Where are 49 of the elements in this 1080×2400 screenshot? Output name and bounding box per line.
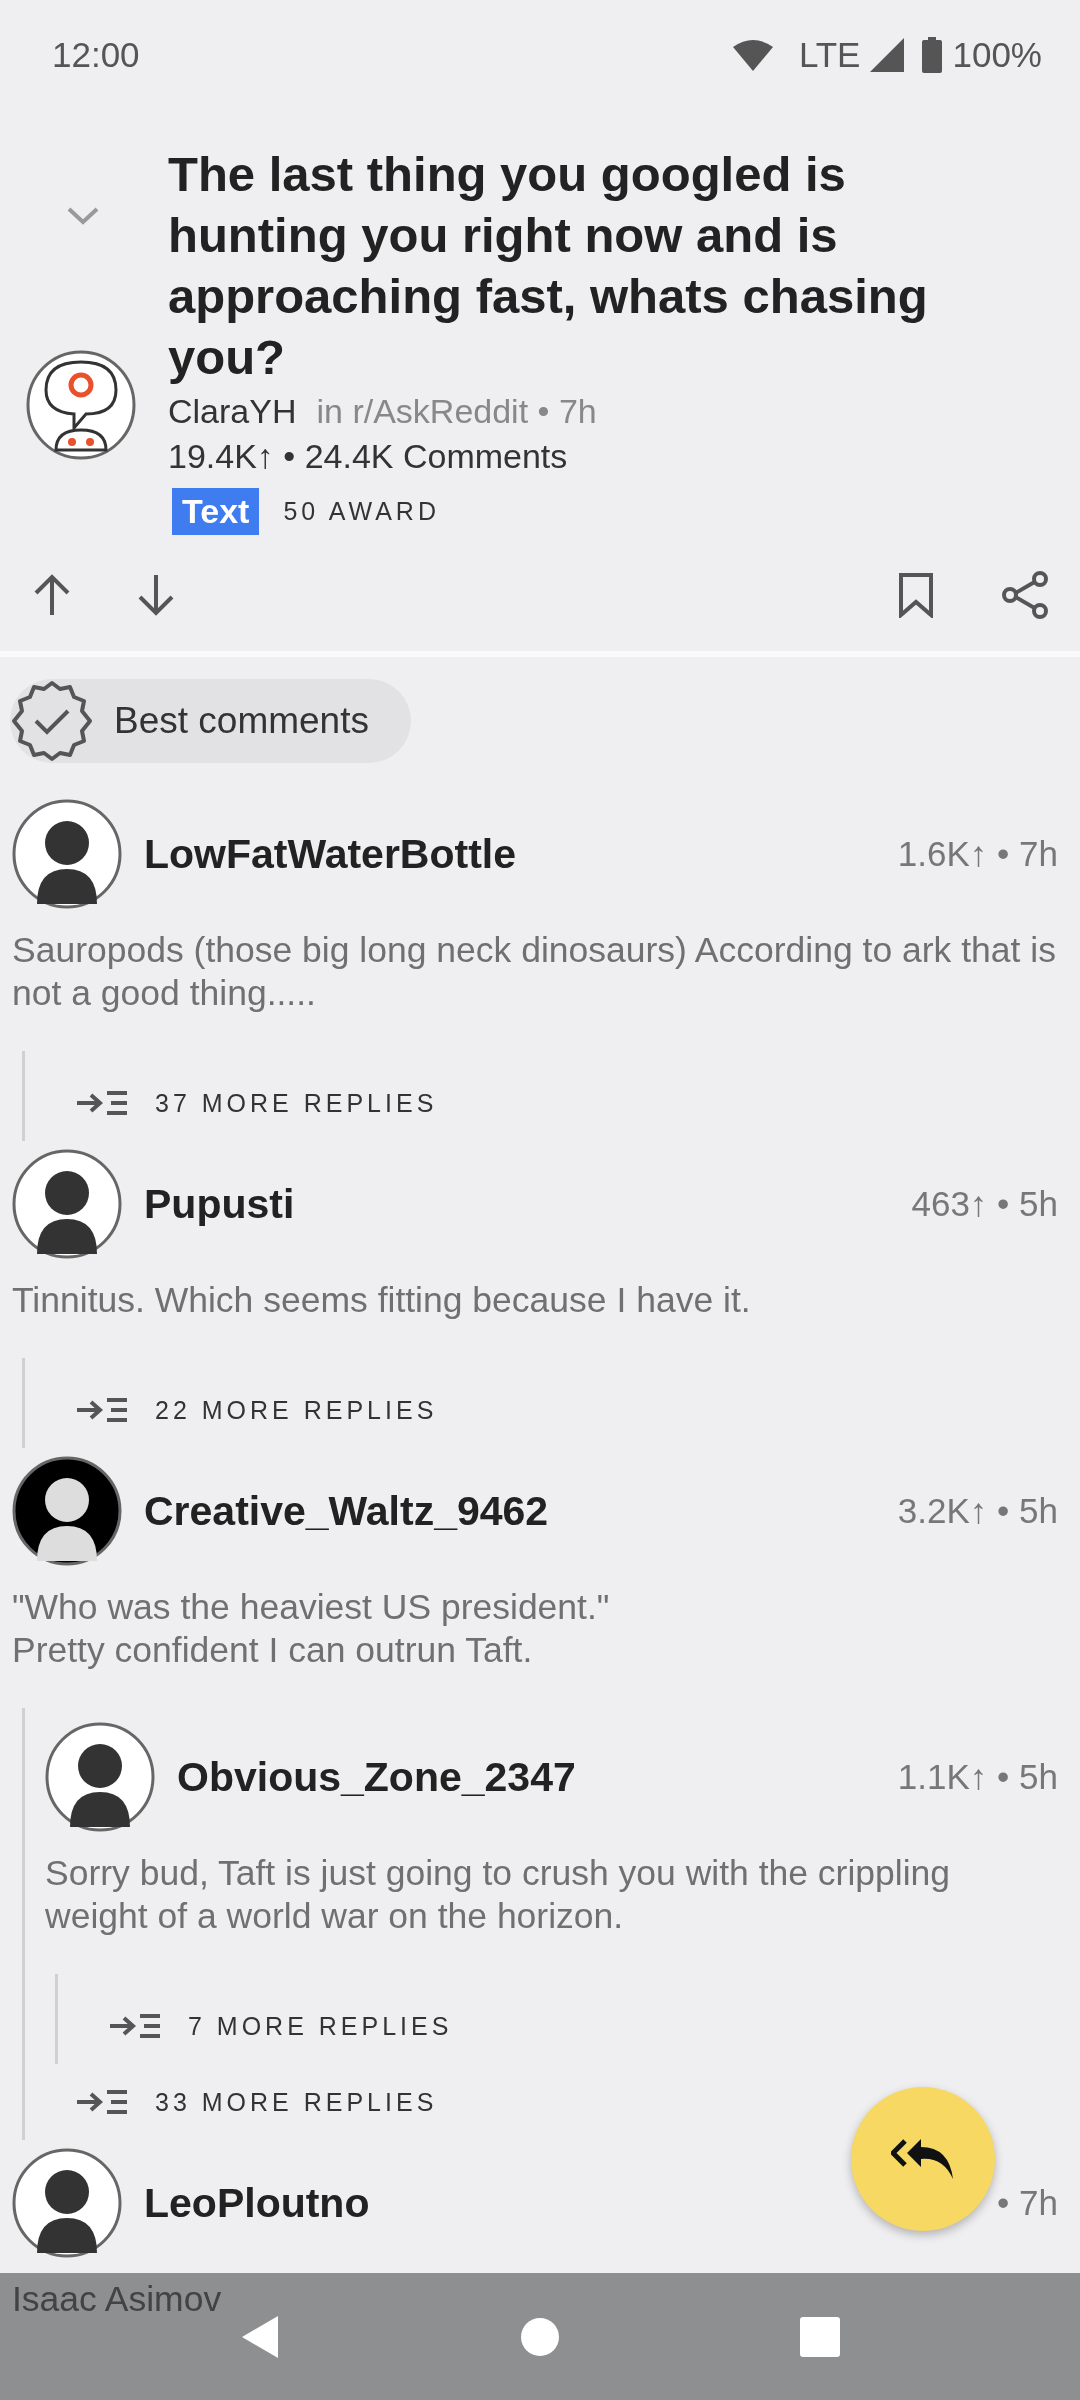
username[interactable]: Obvious_Zone_2347	[177, 1753, 576, 1801]
clock: 12:00	[52, 35, 140, 75]
bookmark-icon[interactable]	[898, 572, 934, 618]
post-stats: 19.4K↑ • 24.4K Comments	[168, 437, 569, 476]
indent-arrow-icon	[77, 1090, 129, 1116]
network-label: LTE	[798, 35, 861, 75]
comment-meta: 1.6K↑ • 7h	[897, 834, 1058, 874]
avatar-icon[interactable]	[12, 2148, 122, 2258]
reply-all-icon	[891, 2137, 955, 2181]
comment-text: "Who was the heaviest US president." Pretty confident I can outrun Taft.	[12, 1586, 610, 1672]
sort-button[interactable]: Best comments	[10, 679, 411, 763]
recents-icon[interactable]	[800, 2316, 840, 2357]
post-title: The last thing you googled is hunting you right now and is approaching fast, whats chasing you?	[168, 146, 929, 386]
avatar-icon	[26, 350, 136, 460]
avatar-icon[interactable]	[45, 1722, 155, 1832]
reply-button[interactable]	[851, 2087, 995, 2231]
avatar-icon[interactable]	[12, 799, 122, 909]
wifi-icon	[732, 39, 773, 71]
comment-text: Sorry bud, Taft is just going to crush you with the crippling weight of a world war on the horizon.	[45, 1852, 952, 1938]
comment-meta: 1.1K↑ • 5h	[897, 1757, 1058, 1797]
home-icon[interactable]	[520, 2316, 560, 2357]
comment-meta: 463↑ • 5h	[911, 1184, 1058, 1224]
comment-meta: 3.2K↑ • 5h	[897, 1491, 1058, 1531]
indent-arrow-icon	[77, 2089, 129, 2115]
share-icon[interactable]	[1000, 570, 1050, 620]
badge-check-icon	[10, 679, 94, 763]
username[interactable]: Creative_Waltz_9462	[144, 1487, 549, 1535]
indent-arrow-icon	[110, 2013, 162, 2039]
more-replies-button[interactable]: 37 MORE REPLIES	[45, 1065, 444, 1141]
username[interactable]: LeoPloutno	[144, 2179, 370, 2227]
avatar-icon[interactable]	[12, 1149, 122, 1259]
post-flair: Text	[172, 488, 260, 535]
more-replies-button[interactable]: 7 MORE REPLIES	[78, 1988, 459, 2064]
more-replies-button[interactable]: 22 MORE REPLIES	[45, 1372, 444, 1448]
award-count: 50 AWARD	[283, 497, 440, 526]
avatar-icon[interactable]	[12, 1456, 122, 1566]
back-icon[interactable]	[240, 2313, 280, 2360]
battery-icon	[922, 37, 943, 73]
signal-icon	[870, 38, 905, 72]
comment-meta: • 7h	[997, 2183, 1058, 2223]
username[interactable]: Pupusti	[144, 1180, 295, 1228]
post-author[interactable]: ClaraYH	[168, 392, 297, 431]
indent-arrow-icon	[77, 1397, 129, 1423]
more-replies-button[interactable]: 33 MORE REPLIES	[45, 2064, 444, 2140]
comment-text: Isaac Asimov	[12, 2278, 222, 2321]
battery-level: 100%	[952, 35, 1042, 75]
comment-text: Sauropods (those big long neck dinosaurs) According to ark that is not a good thing.....	[12, 929, 1057, 1015]
username[interactable]: LowFatWaterBottle	[144, 830, 517, 878]
comment-text: Tinnitus. Which seems fitting because I have it.	[12, 1279, 751, 1322]
